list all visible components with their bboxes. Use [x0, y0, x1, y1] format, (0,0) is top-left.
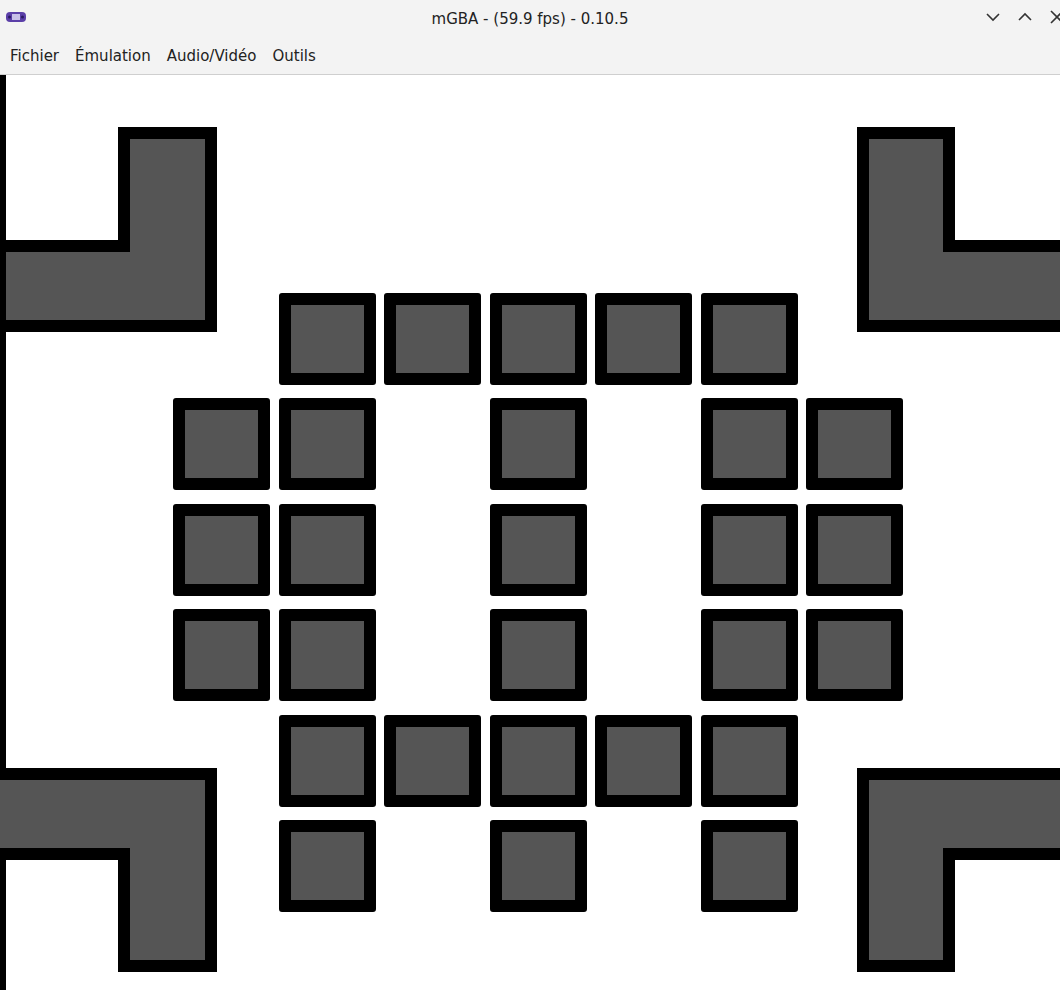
block-tile: [701, 609, 798, 701]
close-icon[interactable]: [1048, 8, 1060, 30]
block-tile: [701, 820, 798, 912]
block-tile: [701, 504, 798, 596]
block-tile: [701, 398, 798, 490]
block-tile: [384, 715, 481, 807]
empty-cell: [806, 293, 903, 385]
block-tile: [279, 293, 376, 385]
window-controls: [984, 8, 1060, 30]
empty-cell: [173, 293, 270, 385]
app-icon: [0, 9, 27, 29]
empty-cell: [595, 504, 692, 596]
minimize-icon[interactable]: [984, 8, 1002, 30]
empty-cell: [595, 398, 692, 490]
maximize-icon[interactable]: [1016, 8, 1034, 30]
empty-cell: [384, 820, 481, 912]
block-tile: [490, 715, 587, 807]
game-screen: [0, 75, 1060, 998]
block-tile: [490, 293, 587, 385]
wall-corner: [0, 133, 211, 326]
block-tile: [279, 715, 376, 807]
block-tile: [806, 609, 903, 701]
empty-cell: [806, 820, 903, 912]
wall-corner: [863, 133, 1060, 326]
window-title: mGBA - (59.9 fps) - 0.10.5: [0, 10, 1060, 28]
menu-item[interactable]: Outils: [264, 41, 323, 71]
block-tile: [490, 820, 587, 912]
empty-cell: [173, 820, 270, 912]
block-tile: [490, 504, 587, 596]
empty-cell: [595, 820, 692, 912]
block-tile: [279, 609, 376, 701]
empty-cell: [384, 609, 481, 701]
block-tile: [595, 715, 692, 807]
block-tile: [490, 398, 587, 490]
block-tile: [173, 504, 270, 596]
block-tile: [701, 293, 798, 385]
menu-bar: FichierÉmulationAudio/VidéoOutils: [0, 38, 1060, 75]
title-bar: mGBA - (59.9 fps) - 0.10.5: [0, 0, 1060, 38]
block-tile: [701, 715, 798, 807]
empty-cell: [384, 504, 481, 596]
empty-cell: [384, 398, 481, 490]
menu-item[interactable]: Audio/Vidéo: [159, 41, 265, 71]
block-tile: [806, 504, 903, 596]
menu-item[interactable]: Fichier: [2, 41, 67, 71]
block-tile: [279, 504, 376, 596]
block-tile: [806, 398, 903, 490]
block-tile: [490, 609, 587, 701]
block-tile: [173, 398, 270, 490]
block-tile: [595, 293, 692, 385]
empty-cell: [595, 609, 692, 701]
tile-grid: [173, 293, 912, 925]
block-tile: [173, 609, 270, 701]
block-tile: [279, 820, 376, 912]
menu-item[interactable]: Émulation: [67, 41, 159, 71]
empty-cell: [173, 715, 270, 807]
block-tile: [384, 293, 481, 385]
wall-corner: [0, 774, 211, 966]
wall-corner: [863, 774, 1060, 966]
block-tile: [279, 398, 376, 490]
empty-cell: [806, 715, 903, 807]
